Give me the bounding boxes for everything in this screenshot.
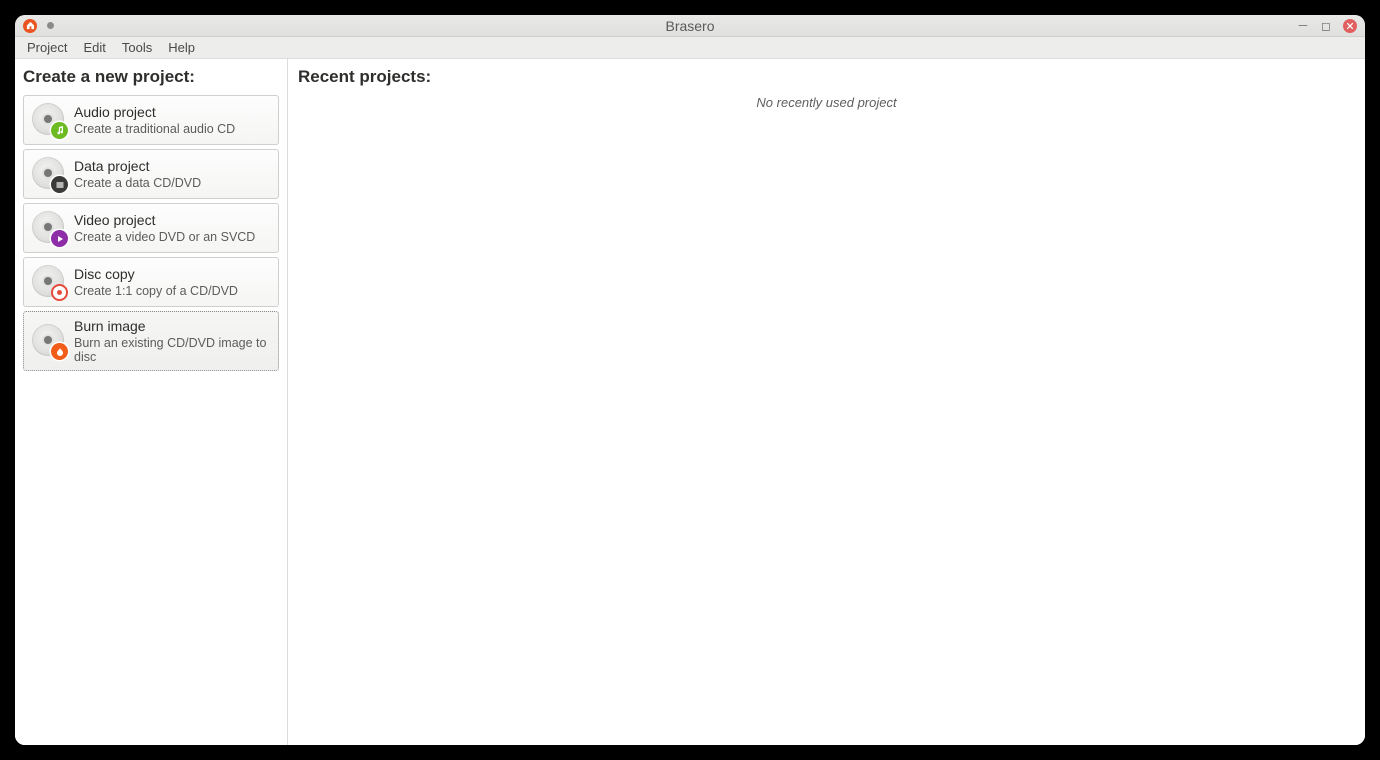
content-area: Create a new project: Audio project Crea… — [15, 59, 1365, 745]
recent-projects-pane: Recent projects: No recently used projec… — [288, 59, 1365, 745]
maximize-button[interactable]: ◻ — [1321, 19, 1331, 33]
create-project-header: Create a new project: — [23, 67, 279, 87]
data-project-desc: Create a data CD/DVD — [74, 176, 201, 190]
disc-copy-desc: Create 1:1 copy of a CD/DVD — [74, 284, 238, 298]
main-window: Brasero － ◻ Project Edit Tools Help Crea… — [15, 15, 1365, 745]
data-project-icon — [32, 157, 66, 191]
app-home-icon[interactable] — [23, 19, 37, 33]
video-project-title: Video project — [74, 212, 255, 228]
burn-image-button[interactable]: Burn image Burn an existing CD/DVD image… — [23, 311, 279, 371]
audio-project-title: Audio project — [74, 104, 235, 120]
create-project-pane: Create a new project: Audio project Crea… — [15, 59, 288, 745]
disc-copy-title: Disc copy — [74, 266, 238, 282]
video-project-desc: Create a video DVD or an SVCD — [74, 230, 255, 244]
burn-image-icon — [32, 324, 66, 358]
close-button[interactable] — [1343, 19, 1357, 33]
recent-projects-empty-text: No recently used project — [298, 95, 1355, 110]
data-project-button[interactable]: Data project Create a data CD/DVD — [23, 149, 279, 199]
menu-edit[interactable]: Edit — [75, 38, 113, 57]
burn-image-desc: Burn an existing CD/DVD image to disc — [74, 336, 270, 364]
burn-image-title: Burn image — [74, 318, 270, 334]
disc-copy-button[interactable]: Disc copy Create 1:1 copy of a CD/DVD — [23, 257, 279, 307]
audio-project-icon — [32, 103, 66, 137]
titlebar: Brasero － ◻ — [15, 15, 1365, 37]
window-title: Brasero — [15, 18, 1365, 34]
audio-project-button[interactable]: Audio project Create a traditional audio… — [23, 95, 279, 145]
audio-project-desc: Create a traditional audio CD — [74, 122, 235, 136]
data-project-title: Data project — [74, 158, 201, 174]
menu-project[interactable]: Project — [19, 38, 75, 57]
video-project-button[interactable]: Video project Create a video DVD or an S… — [23, 203, 279, 253]
recent-projects-header: Recent projects: — [298, 67, 1355, 87]
project-type-list: Audio project Create a traditional audio… — [23, 95, 279, 371]
titlebar-indicator-dot — [47, 22, 54, 29]
menubar: Project Edit Tools Help — [15, 37, 1365, 59]
menu-help[interactable]: Help — [160, 38, 203, 57]
minimize-button[interactable]: － — [1297, 17, 1309, 34]
video-project-icon — [32, 211, 66, 245]
disc-copy-icon — [32, 265, 66, 299]
menu-tools[interactable]: Tools — [114, 38, 160, 57]
